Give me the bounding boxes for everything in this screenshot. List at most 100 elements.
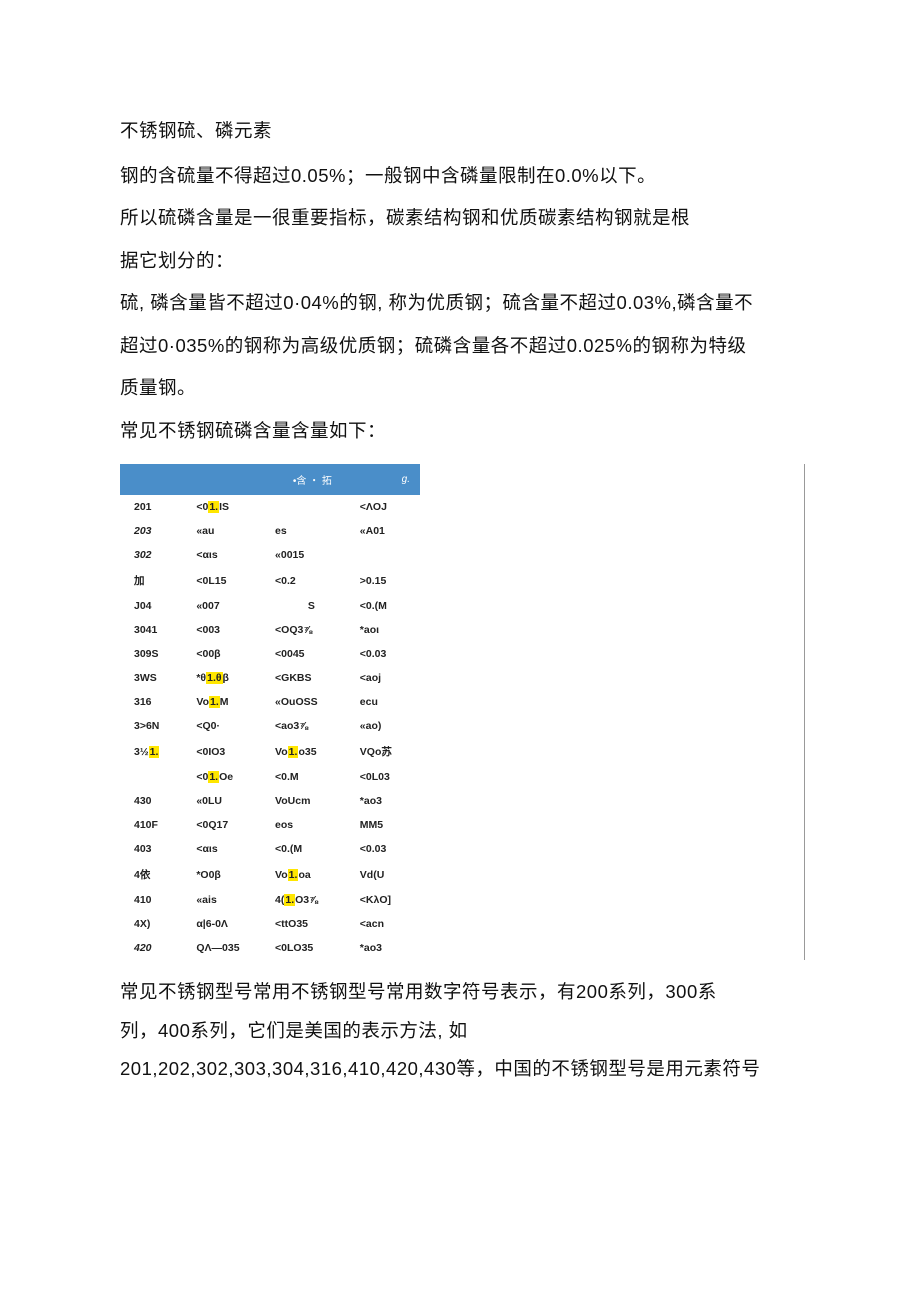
- cell-c4: ecu: [354, 690, 420, 714]
- table-row: 3>6N<Q0·<ao3⅞«ao): [120, 714, 420, 738]
- intro-p1: 钢的含硫量不得超过0.05%；一般钢中含磷量限制在0.0%以下。: [120, 155, 805, 198]
- cell-grade: 403: [120, 837, 190, 861]
- cell-c2: <0L15: [190, 567, 271, 594]
- footer-p2: 列，400系列，它们是美国的表示方法, 如: [120, 1015, 805, 1047]
- cell-c3: VoUcm: [271, 789, 354, 813]
- cell-c2: <αιs: [190, 543, 271, 567]
- cell-c2: <αιs: [190, 837, 271, 861]
- th-2: [190, 464, 271, 495]
- cell-c4: <acn: [354, 912, 420, 936]
- cell-c3: es: [271, 519, 354, 543]
- cell-c4: MM5: [354, 813, 420, 837]
- table-row: 4依*O0βVo1.oaVd(U: [120, 861, 420, 888]
- cell-grade: 302: [120, 543, 190, 567]
- th-4: g.: [354, 464, 420, 495]
- cell-grade: J04: [120, 594, 190, 618]
- intro-p6: 质量钢。: [120, 367, 805, 410]
- cell-c4: *aoι: [354, 618, 420, 642]
- cell-c4: [354, 543, 420, 567]
- cell-c3: 4(1.O3⅞: [271, 888, 354, 912]
- cell-grade: [120, 765, 190, 789]
- cell-grade: 201: [120, 495, 190, 519]
- cell-c4: *ao3: [354, 936, 420, 960]
- table-row: 430«0LUVoUcm*ao3: [120, 789, 420, 813]
- cell-c4: <aoj: [354, 666, 420, 690]
- cell-c3: <0.M: [271, 765, 354, 789]
- cell-c2: *O0β: [190, 861, 271, 888]
- steel-table: •含 ・ 拓 g. 201<01.IS<ΛOJ203«aues«A01302<α…: [120, 464, 420, 960]
- intro-p5: 超过0·035%的钢称为高级优质钢；硫磷含量各不超过0.025%的钢称为特级: [120, 325, 805, 368]
- cell-c2: *θ1.θβ: [190, 666, 271, 690]
- cell-grade: 3½1.: [120, 738, 190, 765]
- cell-c4: <0.03: [354, 642, 420, 666]
- table-row: 3½1.<0IO3Vo1.o35VQo苏: [120, 738, 420, 765]
- cell-c2: <0IO3: [190, 738, 271, 765]
- cell-c3: <GKBS: [271, 666, 354, 690]
- intro-p3: 据它划分的：: [120, 240, 805, 283]
- cell-c3: <0LO35: [271, 936, 354, 960]
- cell-grade: 316: [120, 690, 190, 714]
- cell-c2: <Q0·: [190, 714, 271, 738]
- cell-c4: «ao): [354, 714, 420, 738]
- cell-c2: Vo1.M: [190, 690, 271, 714]
- cell-c2: «0LU: [190, 789, 271, 813]
- table-row: 316Vo1.M«OuOSSecu: [120, 690, 420, 714]
- table-row: 201<01.IS <ΛOJ: [120, 495, 420, 519]
- table-row: 309S<00β<0045<0.03: [120, 642, 420, 666]
- cell-c2: <003: [190, 618, 271, 642]
- th-3: •含 ・ 拓: [271, 464, 354, 495]
- cell-c3: [271, 495, 354, 519]
- intro-p4: 硫, 磷含量皆不超过0·04%的钢, 称为优质钢；硫含量不超过0.03%,磷含量…: [120, 282, 805, 325]
- table-row: 203«aues«A01: [120, 519, 420, 543]
- table-row: 410«ais4(1.O3⅞<KλO]: [120, 888, 420, 912]
- cell-c3: <ao3⅞: [271, 714, 354, 738]
- cell-c2: <01.IS: [190, 495, 271, 519]
- cell-c3: Vo1.oa: [271, 861, 354, 888]
- cell-c3: eos: [271, 813, 354, 837]
- cell-c4: <ΛOJ: [354, 495, 420, 519]
- cell-c4: <0.(M: [354, 594, 420, 618]
- table-row: 403<αιs<0.(M<0.03: [120, 837, 420, 861]
- title-line: 不锈钢硫、磷元素: [120, 110, 805, 153]
- table-row: 302<αιs«0015: [120, 543, 420, 567]
- cell-grade: 420: [120, 936, 190, 960]
- table-row: 4X)α|6-0Λ<ttO35<acn: [120, 912, 420, 936]
- cell-c3: <0.2: [271, 567, 354, 594]
- cell-c3: <0.(M: [271, 837, 354, 861]
- cell-c2: «ais: [190, 888, 271, 912]
- table-body: 201<01.IS<ΛOJ203«aues«A01302<αιs«0015加<0…: [120, 495, 420, 960]
- cell-c2: <0Q17: [190, 813, 271, 837]
- th-1: [120, 464, 190, 495]
- cell-c3: S: [271, 594, 354, 618]
- cell-c4: >0.15: [354, 567, 420, 594]
- cell-c2: «au: [190, 519, 271, 543]
- cell-c2: «007: [190, 594, 271, 618]
- cell-c4: VQo苏: [354, 738, 420, 765]
- footer-p3: 201,202,302,303,304,316,410,420,430等，中国的…: [120, 1053, 805, 1085]
- content-table: •含 ・ 拓 g. 201<01.IS<ΛOJ203«aues«A01302<α…: [120, 464, 805, 960]
- table-row: 加<0L15<0.2>0.15: [120, 567, 420, 594]
- table-row: 3041<003<OQ3⅞*aoι: [120, 618, 420, 642]
- cell-c4: Vd(U: [354, 861, 420, 888]
- intro-p7: 常见不锈钢硫磷含量含量如下：: [120, 410, 805, 453]
- cell-c3: «OuOSS: [271, 690, 354, 714]
- cell-grade: 410F: [120, 813, 190, 837]
- cell-c3: <ttO35: [271, 912, 354, 936]
- cell-c4: <KλO]: [354, 888, 420, 912]
- cell-grade: 4X): [120, 912, 190, 936]
- cell-c4: <0.03: [354, 837, 420, 861]
- table-row: 410F<0Q17eosMM5: [120, 813, 420, 837]
- cell-grade: 4依: [120, 861, 190, 888]
- cell-c2: <00β: [190, 642, 271, 666]
- cell-grade: 3WS: [120, 666, 190, 690]
- cell-c4: *ao3: [354, 789, 420, 813]
- cell-c3: <0045: [271, 642, 354, 666]
- cell-c3: «0015: [271, 543, 354, 567]
- cell-c2: α|6-0Λ: [190, 912, 271, 936]
- cell-grade: 3041: [120, 618, 190, 642]
- footer-p1: 常见不锈钢型号常用不锈钢型号常用数字符号表示，有200系列，300系: [120, 976, 805, 1008]
- table-row: <01.Oe<0.M<0L03: [120, 765, 420, 789]
- cell-grade: 309S: [120, 642, 190, 666]
- cell-c2: QΛ—035: [190, 936, 271, 960]
- cell-c4: <0L03: [354, 765, 420, 789]
